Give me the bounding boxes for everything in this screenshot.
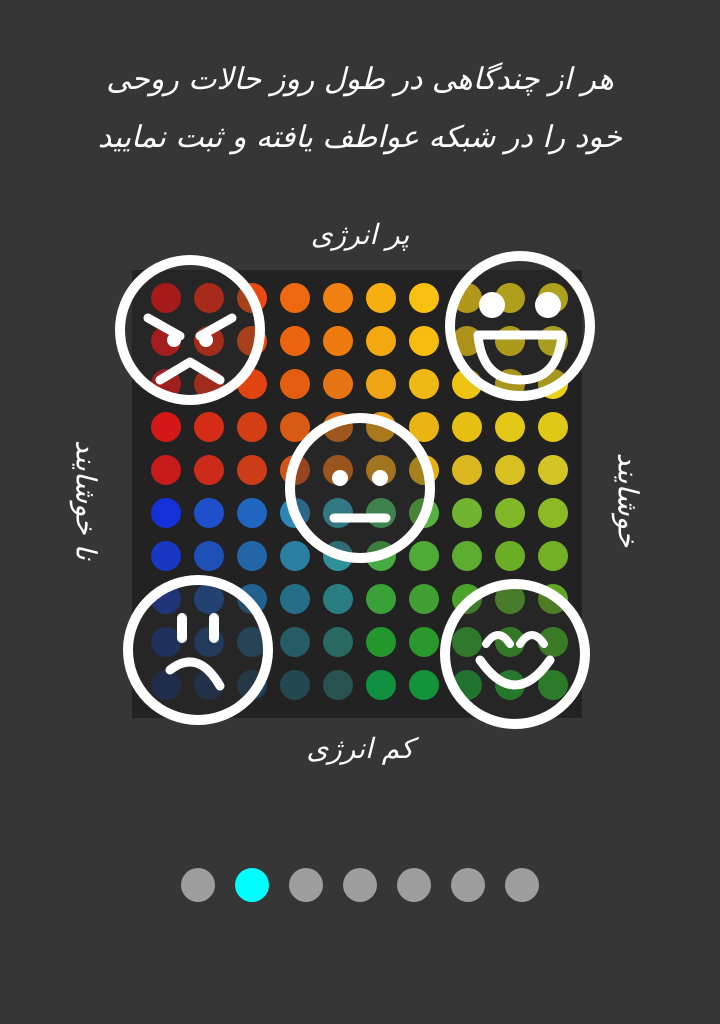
happy-face-icon — [440, 579, 590, 729]
mood-dot[interactable] — [366, 326, 396, 356]
page-indicator[interactable] — [0, 868, 720, 902]
mood-dot[interactable] — [538, 498, 568, 528]
mood-dot[interactable] — [237, 541, 267, 571]
mood-dot[interactable] — [280, 670, 310, 700]
mood-dot[interactable] — [194, 412, 224, 442]
mood-dot[interactable] — [495, 455, 525, 485]
mood-dot[interactable] — [452, 455, 482, 485]
mood-dot[interactable] — [366, 584, 396, 614]
mood-dot[interactable] — [495, 498, 525, 528]
mood-dot[interactable] — [280, 541, 310, 571]
mood-dot[interactable] — [323, 326, 353, 356]
mood-dot[interactable] — [409, 541, 439, 571]
mood-dot[interactable] — [495, 412, 525, 442]
mood-dot[interactable] — [452, 498, 482, 528]
neutral-face-icon — [285, 413, 435, 563]
mood-dot[interactable] — [151, 498, 181, 528]
mood-dot[interactable] — [323, 627, 353, 657]
mood-dot[interactable] — [366, 627, 396, 657]
mood-dot[interactable] — [280, 369, 310, 399]
page-dot[interactable] — [451, 868, 485, 902]
page-dot[interactable] — [505, 868, 539, 902]
mood-dot[interactable] — [409, 670, 439, 700]
mood-dot[interactable] — [323, 584, 353, 614]
mood-dot[interactable] — [151, 541, 181, 571]
mood-dot[interactable] — [409, 584, 439, 614]
mood-dot[interactable] — [366, 670, 396, 700]
grinning-face-icon — [445, 251, 595, 401]
mood-dot[interactable] — [151, 412, 181, 442]
page-dot-active[interactable] — [235, 868, 269, 902]
mood-dot[interactable] — [323, 283, 353, 313]
mood-dot[interactable] — [409, 369, 439, 399]
angry-face-icon — [115, 255, 265, 405]
mood-dot[interactable] — [323, 369, 353, 399]
page-dot[interactable] — [397, 868, 431, 902]
mood-dot[interactable] — [366, 369, 396, 399]
mood-dot[interactable] — [452, 541, 482, 571]
mood-dot[interactable] — [366, 283, 396, 313]
mood-dot[interactable] — [495, 541, 525, 571]
mood-dot[interactable] — [280, 326, 310, 356]
mood-dot[interactable] — [237, 455, 267, 485]
mood-dot[interactable] — [452, 412, 482, 442]
mood-dot[interactable] — [151, 455, 181, 485]
mood-dot[interactable] — [409, 627, 439, 657]
mood-dot[interactable] — [538, 412, 568, 442]
mood-dot[interactable] — [237, 498, 267, 528]
page-dot[interactable] — [289, 868, 323, 902]
mood-dot[interactable] — [538, 455, 568, 485]
sad-face-icon — [123, 575, 273, 725]
mood-dot[interactable] — [194, 498, 224, 528]
mood-dot[interactable] — [237, 412, 267, 442]
mood-dot[interactable] — [194, 455, 224, 485]
mood-dot[interactable] — [409, 283, 439, 313]
mood-dot[interactable] — [280, 627, 310, 657]
mood-dot[interactable] — [280, 283, 310, 313]
page-dot[interactable] — [181, 868, 215, 902]
mood-dot[interactable] — [323, 670, 353, 700]
mood-dot[interactable] — [538, 541, 568, 571]
page-dot[interactable] — [343, 868, 377, 902]
mood-dot[interactable] — [194, 541, 224, 571]
mood-dot[interactable] — [409, 326, 439, 356]
mood-dot[interactable] — [280, 584, 310, 614]
